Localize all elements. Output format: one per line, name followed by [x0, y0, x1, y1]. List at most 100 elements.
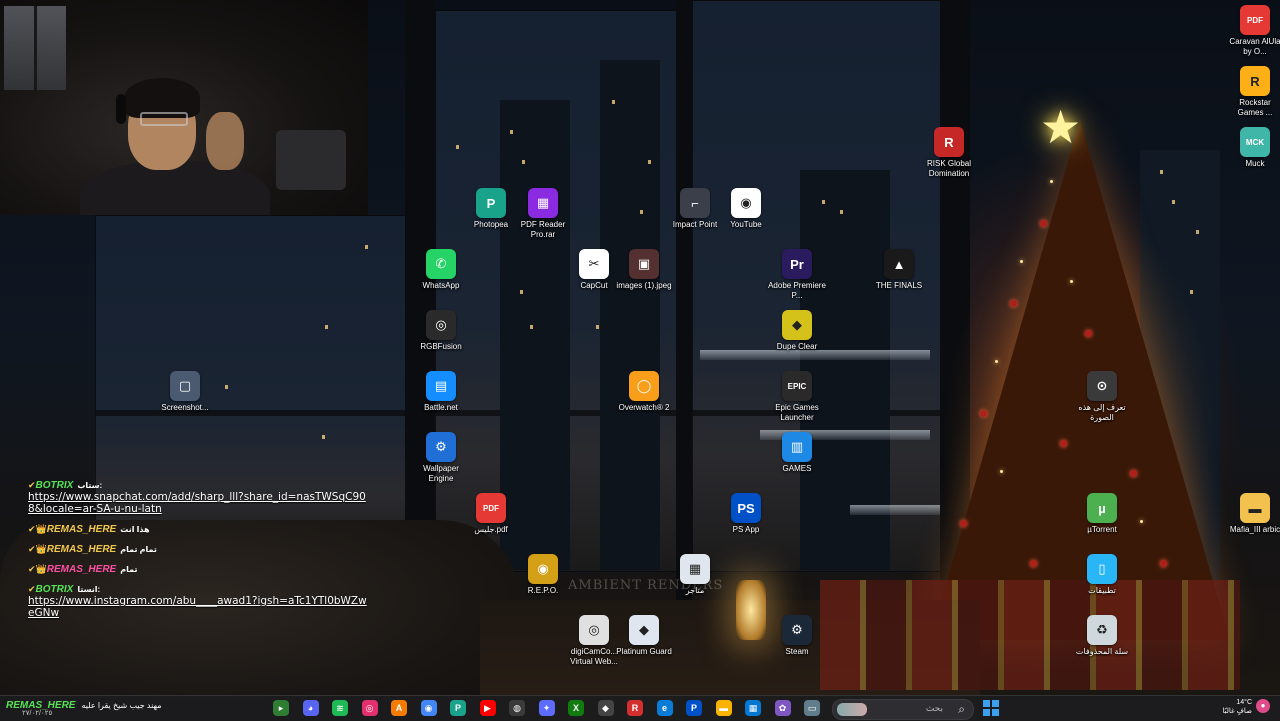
tree-ornament: [1040, 220, 1047, 227]
desktop-icon-mafia[interactable]: ▬ Mafia_III arbic: [1226, 493, 1280, 535]
learn-about-picture-icon: ⊙: [1087, 371, 1117, 401]
capcut-icon: ✂: [579, 249, 609, 279]
platinum-guard-icon: ◆: [629, 615, 659, 645]
windows-logo-icon: [983, 709, 990, 716]
desktop-icon-repo[interactable]: ◉ R.E.P.O.: [514, 554, 572, 596]
lantern-lamp: [736, 580, 766, 640]
youtube-icon[interactable]: ▶: [479, 700, 496, 716]
rgb-icon[interactable]: ✦: [538, 700, 555, 716]
photopea-icon[interactable]: P: [450, 700, 466, 716]
tree-ornament: [1085, 330, 1092, 337]
desktop-icon-recycle[interactable]: ♻ سلة المحذوفات: [1073, 615, 1131, 657]
copilot-icon[interactable]: ✿: [774, 700, 791, 716]
tree-ornament: [1130, 470, 1137, 477]
webcam-background-equipment: [276, 130, 346, 190]
chat-message: ✔👑REMAS_HERE تمام: [28, 564, 368, 575]
notification-avatar-icon[interactable]: ●: [1256, 699, 1270, 713]
chat-link[interactable]: https://www.instagram.com/abu____awad1?i…: [28, 595, 368, 619]
chrome-app-icon: ◉: [731, 188, 761, 218]
chat-link[interactable]: https://www.snapchat.com/add/sharp_lll?s…: [28, 491, 368, 515]
desktop-icon-label: YouTube: [730, 220, 762, 229]
winrar-archive-icon: ▦: [528, 188, 558, 218]
desktop-icon-games[interactable]: ▥ GAMES: [768, 432, 826, 474]
microsoft-store-icon[interactable]: ▦: [745, 700, 761, 716]
lit-window: [325, 325, 328, 329]
desktop-icon-apps[interactable]: ▯ تطبيقات: [1073, 554, 1131, 596]
desktop-window-icon[interactable]: ▭: [804, 700, 820, 716]
spotify-icon[interactable]: ≋: [332, 700, 348, 716]
desktop-icon-impactpoint[interactable]: ⌐ Impact Point: [666, 188, 724, 230]
desktop-icon-youtube[interactable]: ◉ YouTube: [717, 188, 775, 230]
desktop-icon-psapp[interactable]: PS PS App: [717, 493, 775, 535]
webcam-overlay: [0, 0, 368, 215]
desktop-icon-pdffile[interactable]: PDF جليس.pdf: [462, 493, 520, 535]
screenshot-file-icon: ▢: [170, 371, 200, 401]
whatsapp-icon: ✆: [426, 249, 456, 279]
chat-message: ✔BOTRIX انستا: https://www.instagram.com/a…: [28, 584, 368, 619]
obs-icon[interactable]: ◍: [509, 700, 525, 716]
desktop-icon-label: GAMES: [782, 464, 812, 473]
file-explorer-icon[interactable]: ▬: [715, 700, 732, 716]
desktop-icon-risk[interactable]: R RISK Global Domination: [920, 127, 978, 179]
wallpaper-engine-icon: ⚙: [426, 432, 456, 462]
playstation-icon[interactable]: P: [686, 700, 702, 716]
desktop-icon-rockstar[interactable]: R Rockstar Games ...: [1226, 66, 1280, 118]
desktop-icon-utorrent[interactable]: µ µTorrent: [1073, 493, 1131, 535]
desktop-icon-label: Platinum Guard: [616, 647, 672, 656]
desktop-icon-steam[interactable]: ⚙ Steam: [768, 615, 826, 657]
chat-message-text: تمام: [120, 565, 138, 574]
tree-light: [995, 360, 998, 363]
terminal-icon[interactable]: ▸: [273, 700, 289, 716]
desktop-icon-epic[interactable]: EPIC Epic Games Launcher: [768, 371, 826, 423]
chat-message-header: ✔BOTRIX انستا:: [28, 584, 368, 595]
desktop-icon-store[interactable]: ▦ متاجر: [666, 554, 724, 596]
chat-message-text: ستاب:: [77, 481, 103, 490]
weather-widget[interactable]: 14°C صافٍ غالبًا: [1208, 698, 1252, 716]
desktop-icon-overwatch[interactable]: ◯ Overwatch® 2: [615, 371, 673, 413]
lit-window: [822, 200, 825, 204]
discord-icon[interactable]: ◕: [302, 700, 319, 716]
chrome-icon[interactable]: ◉: [420, 700, 437, 716]
unity-icon[interactable]: ◆: [597, 700, 614, 716]
edge-icon[interactable]: e: [656, 700, 673, 716]
start-button[interactable]: [983, 700, 1000, 717]
lit-window: [225, 385, 228, 389]
desktop-icon-label: Mafia_III arbic: [1229, 525, 1280, 534]
rockstar-icon[interactable]: R: [627, 700, 643, 716]
chat-username: REMAS_HERE: [46, 524, 117, 535]
desktop-icon-rgbfusion[interactable]: ◎ RGBFusion: [412, 310, 470, 352]
desktop-icon-label: Adobe Premiere P...: [768, 281, 826, 300]
taskbar-search-box[interactable]: بحث ⌕: [832, 699, 974, 720]
apps-folder-icon: ▯: [1087, 554, 1117, 584]
chat-message-text: هذا انت: [120, 525, 150, 534]
lit-window: [640, 210, 643, 214]
desktop-icon-wallpaperengine[interactable]: ⚙ Wallpaper Engine: [412, 432, 470, 484]
desktop-icon-screenshot[interactable]: ▢ Screenshot...: [156, 371, 214, 413]
utorrent-icon: µ: [1087, 493, 1117, 523]
pdf-file-icon: PDF: [1240, 5, 1270, 35]
desktop-icon-reverse[interactable]: ⊙ تعرف إلى هذه الصورة: [1073, 371, 1131, 423]
desktop-icon-label: متاجر: [685, 586, 705, 595]
tree-light: [1050, 180, 1053, 183]
desktop-icon-muck[interactable]: MCK Muck: [1226, 127, 1280, 169]
desktop-icon-images[interactable]: ▣ images (1).jpeg: [615, 249, 673, 291]
desktop-icon-whatsapp[interactable]: ✆ WhatsApp: [412, 249, 470, 291]
artstation-icon[interactable]: A: [391, 700, 407, 716]
desktop-icon-thefinals[interactable]: ▲ THE FINALS: [870, 249, 928, 291]
lit-window: [840, 210, 843, 214]
desktop-icon-caravan[interactable]: PDF Caravan AlUla by O...: [1226, 5, 1280, 57]
windows-logo-icon: [992, 700, 999, 707]
desktop-icon-label: Rockstar Games ...: [1237, 98, 1273, 117]
battle-net-icon: ▤: [426, 371, 456, 401]
desktop-icon-pdfreader[interactable]: ▦ PDF Reader Pro.rar: [514, 188, 572, 240]
taskbar-date-fragment: ٢٧/٠٢/٠٢٥: [22, 710, 53, 717]
xbox-icon[interactable]: X: [568, 700, 584, 716]
lit-window: [520, 290, 523, 294]
desktop-icon-dupeclear[interactable]: ◆ Dupe Clear: [768, 310, 826, 352]
desktop-icon-battlenet[interactable]: ▤ Battle.net: [412, 371, 470, 413]
desktop-icon-platinumguard[interactable]: ◆ Platinum Guard: [615, 615, 673, 657]
desktop-icon-photopea[interactable]: P Photopea: [462, 188, 520, 230]
instagram-icon[interactable]: ◎: [361, 700, 378, 716]
desktop-icon-label: images (1).jpeg: [616, 281, 672, 290]
desktop-icon-premiere[interactable]: Pr Adobe Premiere P...: [768, 249, 826, 301]
